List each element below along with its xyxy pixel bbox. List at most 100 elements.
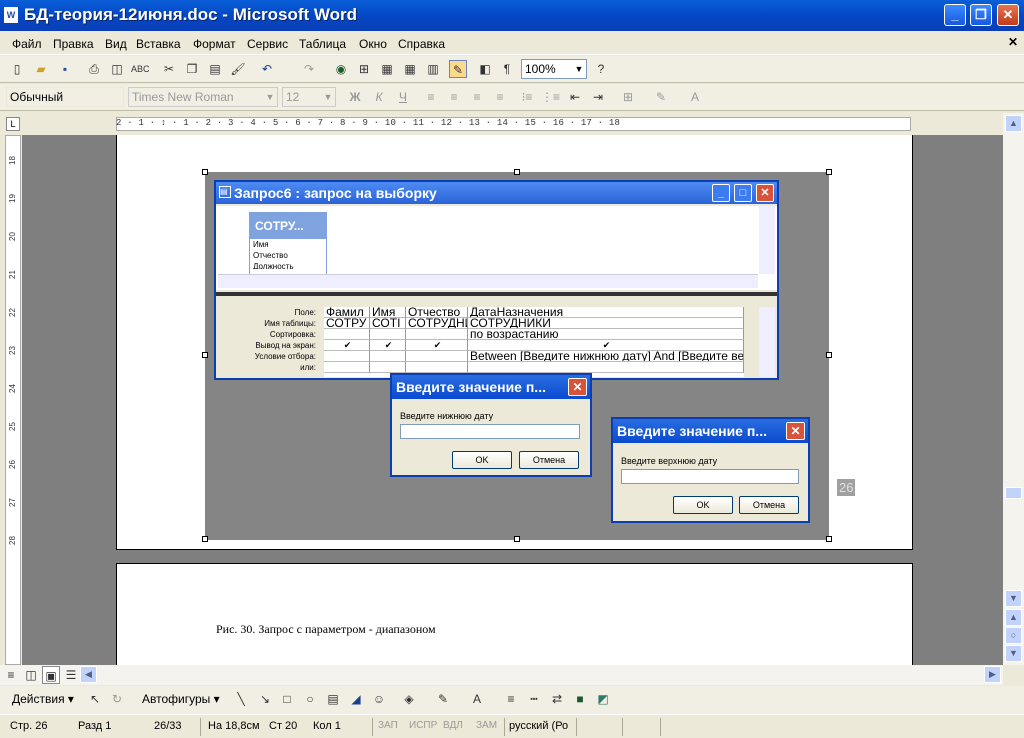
print-layout-icon[interactable]: ▣ [42,666,60,684]
dash-style-icon[interactable]: ┅ [525,690,543,708]
cancel-button[interactable]: Отмена [519,451,579,469]
status-ext[interactable]: ВДЛ [443,720,463,731]
oval-icon[interactable]: ○ [301,690,319,708]
increase-indent-icon[interactable]: ⇥ [589,88,607,106]
table-field[interactable]: Должность [250,261,326,269]
web-view-icon[interactable]: ◫ [22,666,40,684]
rectangle-icon[interactable]: □ [278,690,296,708]
normal-view-icon[interactable]: ≡ [2,666,20,684]
table-box[interactable]: СОТРУ... Имя Отчество Должность [249,212,327,276]
arrow-style-icon[interactable]: ⇄ [548,690,566,708]
query-close-button[interactable]: ✕ [756,184,774,202]
outline-view-icon[interactable]: ☰ [62,666,80,684]
help-icon[interactable]: ? [592,60,610,78]
resize-handle[interactable] [202,169,208,175]
dialog-close-button[interactable]: ✕ [786,422,805,440]
grid-cell-show[interactable]: ✔ [406,340,468,351]
document-map-icon[interactable]: ◧ [476,60,494,78]
status-ovr[interactable]: ЗАМ [476,720,497,731]
pane-splitter[interactable] [216,292,777,296]
free-rotate-icon[interactable]: ↻ [108,690,126,708]
query-maximize-button[interactable]: □ [734,184,752,202]
upper-hscroll[interactable] [218,274,758,288]
new-document-icon[interactable]: ▯ [8,60,26,78]
arrow-icon[interactable]: ↘ [256,690,274,708]
highlight-icon[interactable]: ✎ [652,88,670,106]
border-icon[interactable]: ⊞ [619,88,637,106]
grid-cell-table[interactable]: СОТРУ [324,318,370,329]
show-formatting-icon[interactable]: ¶ [498,60,516,78]
numbering-icon[interactable]: ⁝≡ [518,88,536,106]
grid-cell-or[interactable] [468,362,744,373]
menu-tools[interactable]: Сервис [247,37,288,51]
grid-cell-criteria[interactable] [324,351,370,362]
print-preview-icon[interactable]: ◫ [108,60,126,78]
line-color-icon[interactable]: ✎ [434,690,452,708]
line-style-icon[interactable]: ≡ [502,690,520,708]
grid-cell-criteria[interactable] [406,351,468,362]
figure-image[interactable]: Запрос6 : запрос на выборку ▤ _ □ ✕ СОТР… [205,172,856,540]
spelling-icon[interactable]: ABC [131,60,150,78]
actions-menu[interactable]: Действия ▾ [12,692,74,706]
grid-cell-table[interactable]: СОТІ [370,318,406,329]
autoshapes-menu[interactable]: Автофигуры ▾ [142,692,220,706]
status-rec[interactable]: ЗАП [378,720,398,731]
grid-cell-or[interactable] [406,362,468,373]
grid-vscroll[interactable] [759,307,775,377]
scroll-down-button[interactable]: ▼ [1005,590,1022,607]
grid-cell-or[interactable] [370,362,406,373]
tables-borders-icon[interactable]: ⊞ [355,60,373,78]
status-trk[interactable]: ИСПР [409,720,437,731]
grid-cell-criteria[interactable]: Between [Введите нижнюю дату] And [Введи… [468,351,744,362]
resize-handle[interactable] [826,169,832,175]
copy-icon[interactable]: ❐ [183,60,201,78]
menu-insert[interactable]: Вставка [136,37,181,51]
align-right-icon[interactable]: ≡ [468,88,486,106]
align-center-icon[interactable]: ≡ [445,88,463,106]
table-field[interactable]: Отчество [250,250,326,261]
italic-icon[interactable]: К [370,88,388,106]
bullets-icon[interactable]: ⋮≡ [541,88,560,106]
next-page-button[interactable]: ▼ [1005,645,1022,662]
resize-handle[interactable] [202,352,208,358]
insert-table-icon[interactable]: ▦ [378,60,396,78]
resize-handle[interactable] [514,169,520,175]
3d-icon[interactable]: ◩ [594,690,612,708]
grid-cell-field[interactable]: Фамил [324,307,370,318]
select-browse-object-button[interactable]: ○ [1005,627,1022,644]
align-left-icon[interactable]: ≡ [422,88,440,106]
vertical-scrollbar[interactable]: ▲ ▼ ▲ ○ ▼ [1003,113,1024,665]
resize-handle[interactable] [202,536,208,542]
undo-icon[interactable]: ↶ [258,60,276,78]
upper-vscroll[interactable] [759,206,775,274]
horizontal-ruler[interactable]: L 2 · 1 · ↕ · 1 · 2 · 3 · 4 · 5 · 6 · 7 … [0,113,1024,135]
menu-format[interactable]: Формат [193,37,236,51]
scroll-up-button[interactable]: ▲ [1005,115,1022,132]
cancel-button[interactable]: Отмена [739,496,799,514]
menu-view[interactable]: Вид [105,37,127,51]
ok-button[interactable]: OK [452,451,512,469]
resize-handle[interactable] [826,536,832,542]
excel-icon[interactable]: ▦ [401,60,419,78]
format-painter-icon[interactable]: 🖌 [229,60,247,78]
horizontal-scrollbar[interactable]: ≡ ◫ ▣ ☰ ◀ ▶ [0,665,1003,685]
grid-cell-field[interactable]: Имя [370,307,406,318]
grid-cell-show[interactable]: ✔ [468,340,744,351]
size-select[interactable]: 12 ▼ [282,87,336,107]
grid-cell-show[interactable]: ✔ [370,340,406,351]
redo-icon[interactable]: ↷ [300,60,318,78]
ok-button[interactable]: OK [673,496,733,514]
font-color-icon[interactable]: A [468,690,486,708]
drawing-icon[interactable]: ✎ [449,60,467,78]
query-minimize-button[interactable]: _ [712,184,730,202]
menu-help[interactable]: Справка [398,37,445,51]
menu-close-doc-icon[interactable]: ✕ [1008,35,1018,49]
clipart-icon[interactable]: ☺ [370,690,388,708]
underline-icon[interactable]: Ч [394,88,412,106]
menu-window[interactable]: Окно [359,37,387,51]
table-field[interactable]: Имя [250,239,326,250]
text-box-icon[interactable]: ▤ [324,690,342,708]
close-button[interactable]: ✕ [997,4,1019,26]
lower-date-input[interactable] [400,424,580,439]
menu-edit[interactable]: Правка [53,37,94,51]
